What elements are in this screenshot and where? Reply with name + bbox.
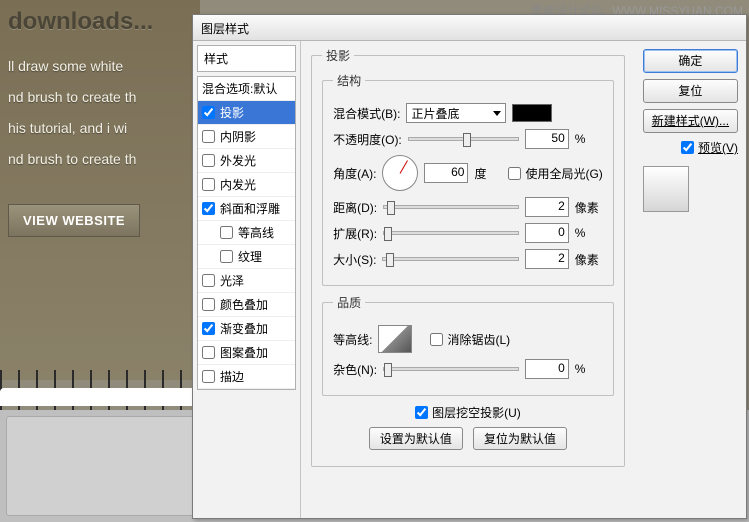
new-style-button[interactable]: 新建样式(W)... bbox=[643, 109, 738, 133]
contour-checkbox[interactable] bbox=[220, 226, 233, 239]
layer-style-dialog: 图层样式 样式 混合选项:默认 投影 内阴影 外发光 bbox=[192, 14, 747, 519]
drop-shadow-fieldset: 投影 结构 混合模式(B): 正片叠底 不透明度(O): bbox=[311, 47, 625, 467]
quality-fieldset: 品质 等高线: 消除锯齿(L) 杂色(N): 0 bbox=[322, 294, 614, 396]
antialias-checkbox[interactable]: 消除锯齿(L) bbox=[430, 331, 510, 348]
size-input[interactable]: 2 bbox=[525, 249, 569, 269]
contour-picker[interactable] bbox=[378, 325, 412, 353]
view-website-button[interactable]: VIEW WEBSITE bbox=[8, 204, 140, 237]
opacity-input[interactable]: 50 bbox=[525, 129, 569, 149]
style-item-inner-shadow[interactable]: 内阴影 bbox=[198, 125, 295, 149]
background-website: downloads... ll draw some white nd brush… bbox=[0, 0, 200, 380]
texture-checkbox[interactable] bbox=[220, 250, 233, 263]
style-item-outer-glow[interactable]: 外发光 bbox=[198, 149, 295, 173]
style-list: 混合选项:默认 投影 内阴影 外发光 内发光 bbox=[197, 76, 296, 390]
gradient-overlay-checkbox[interactable] bbox=[202, 322, 215, 335]
chevron-down-icon bbox=[493, 111, 501, 116]
noise-input[interactable]: 0 bbox=[525, 359, 569, 379]
preview-swatch bbox=[643, 166, 689, 212]
global-light-checkbox[interactable]: 使用全局光(G) bbox=[508, 165, 602, 182]
cancel-button[interactable]: 复位 bbox=[643, 79, 738, 103]
style-item-inner-glow[interactable]: 内发光 bbox=[198, 173, 295, 197]
style-item-texture[interactable]: 纹理 bbox=[198, 245, 295, 269]
opacity-label: 不透明度(O): bbox=[333, 131, 402, 148]
structure-fieldset: 结构 混合模式(B): 正片叠底 不透明度(O): 50 % bbox=[322, 72, 614, 286]
knockout-checkbox[interactable]: 图层挖空投影(U) bbox=[415, 404, 521, 421]
style-item-contour[interactable]: 等高线 bbox=[198, 221, 295, 245]
color-overlay-checkbox[interactable] bbox=[202, 298, 215, 311]
distance-input[interactable]: 2 bbox=[525, 197, 569, 217]
style-item-pattern-overlay[interactable]: 图案叠加 bbox=[198, 341, 295, 365]
pattern-overlay-checkbox[interactable] bbox=[202, 346, 215, 359]
dialog-title[interactable]: 图层样式 bbox=[193, 15, 746, 41]
styles-list-panel: 样式 混合选项:默认 投影 内阴影 外发光 bbox=[193, 41, 301, 518]
dialog-buttons: 确定 复位 新建样式(W)... 预览(V) bbox=[635, 41, 746, 518]
ok-button[interactable]: 确定 bbox=[643, 49, 738, 73]
outer-glow-checkbox[interactable] bbox=[202, 154, 215, 167]
noise-slider[interactable] bbox=[383, 367, 519, 371]
preview-checkbox[interactable]: 预览(V) bbox=[643, 139, 738, 156]
spiral-binding bbox=[0, 370, 200, 410]
reset-default-button[interactable]: 复位为默认值 bbox=[473, 427, 567, 450]
size-label: 大小(S): bbox=[333, 251, 376, 268]
blend-mode-label: 混合模式(B): bbox=[333, 105, 400, 122]
spread-label: 扩展(R): bbox=[333, 225, 377, 242]
settings-panel: 投影 结构 混合模式(B): 正片叠底 不透明度(O): bbox=[301, 41, 635, 518]
distance-label: 距离(D): bbox=[333, 199, 377, 216]
distance-slider[interactable] bbox=[383, 205, 519, 209]
bevel-checkbox[interactable] bbox=[202, 202, 215, 215]
style-item-bevel[interactable]: 斜面和浮雕 bbox=[198, 197, 295, 221]
contour-label: 等高线: bbox=[333, 331, 372, 348]
satin-checkbox[interactable] bbox=[202, 274, 215, 287]
inner-shadow-checkbox[interactable] bbox=[202, 130, 215, 143]
size-slider[interactable] bbox=[382, 257, 518, 261]
spread-slider[interactable] bbox=[383, 231, 519, 235]
bg-heading: downloads... bbox=[8, 8, 192, 36]
shadow-color-swatch[interactable] bbox=[512, 104, 552, 122]
style-item-color-overlay[interactable]: 颜色叠加 bbox=[198, 293, 295, 317]
spread-input[interactable]: 0 bbox=[525, 223, 569, 243]
stroke-checkbox[interactable] bbox=[202, 370, 215, 383]
drop-shadow-checkbox[interactable] bbox=[202, 106, 215, 119]
style-item-drop-shadow[interactable]: 投影 bbox=[198, 101, 295, 125]
opacity-slider[interactable] bbox=[408, 137, 519, 141]
style-item-stroke[interactable]: 描边 bbox=[198, 365, 295, 389]
angle-input[interactable]: 60 bbox=[424, 163, 468, 183]
style-item-satin[interactable]: 光泽 bbox=[198, 269, 295, 293]
blending-options-item[interactable]: 混合选项:默认 bbox=[198, 77, 295, 101]
angle-dial[interactable] bbox=[382, 155, 418, 191]
style-item-gradient-overlay[interactable]: 渐变叠加 bbox=[198, 317, 295, 341]
styles-header[interactable]: 样式 bbox=[197, 45, 296, 72]
blend-mode-select[interactable]: 正片叠底 bbox=[406, 103, 506, 123]
bg-paragraph: ll draw some white nd brush to create th… bbox=[8, 56, 192, 170]
section-title: 投影 bbox=[322, 47, 354, 64]
inner-glow-checkbox[interactable] bbox=[202, 178, 215, 191]
angle-label: 角度(A): bbox=[333, 165, 376, 182]
set-default-button[interactable]: 设置为默认值 bbox=[369, 427, 463, 450]
noise-label: 杂色(N): bbox=[333, 361, 377, 378]
